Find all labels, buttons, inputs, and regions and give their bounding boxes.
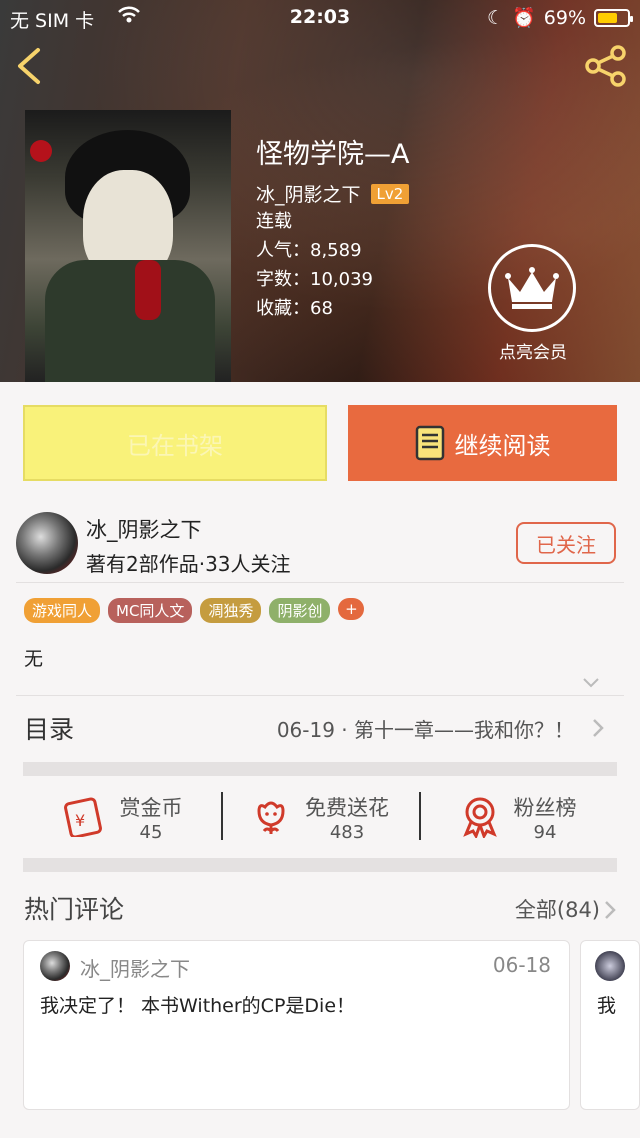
chevron-right-icon: [593, 719, 604, 737]
stat-value: 483: [329, 821, 365, 843]
medal-icon: [462, 797, 497, 838]
comment-card[interactable]: 冰_阴影之下 06-18 我决定了！ 本书Wither的CP是Die！: [23, 940, 570, 1110]
all-comments-link[interactable]: 全部(84): [515, 894, 600, 924]
add-tag-button[interactable]: +: [338, 598, 365, 620]
author-row[interactable]: 冰_阴影之下 著有2部作品·33人关注 已关注: [0, 508, 640, 580]
stat-label: 粉丝榜: [513, 795, 577, 820]
book-detail-body: 已在书架 继续阅读 冰_阴影之下 著有2部作品·33人关注 已关注 游戏同人 M…: [0, 382, 640, 1138]
back-button[interactable]: [12, 46, 48, 86]
moon-icon: ☾: [487, 6, 505, 29]
stat-label: 赏金币: [119, 795, 183, 820]
comment-text: 我决定了！ 本书Wither的CP是Die！: [40, 995, 356, 1017]
author-name: 冰_阴影之下: [86, 518, 202, 542]
avatar[interactable]: [40, 951, 70, 981]
section-divider: [23, 858, 617, 872]
alarm-icon: ⏰: [512, 7, 536, 29]
vip-button[interactable]: 点亮会员: [488, 244, 578, 363]
reward-coins-button[interactable]: ¥ 赏金币 45: [23, 778, 221, 856]
battery-icon: [594, 8, 633, 27]
vip-label: 点亮会员: [499, 343, 567, 363]
share-icon: [585, 45, 626, 87]
book-word-count: 字数：10,039: [256, 269, 373, 290]
support-stats: ¥ 赏金币 45 免费送花 483 粉丝榜 94: [23, 778, 617, 856]
book-header: 无 SIM 卡 22:03 ☾ ⏰ 69% 怪物学院—A 冰_阴影之下 Lv2 …: [0, 0, 640, 382]
book-intro: 无: [24, 648, 44, 670]
book-status: 连载: [256, 211, 292, 232]
book-favorites: 收藏：68: [256, 298, 333, 319]
comment-text: 我: [597, 995, 617, 1017]
table-of-contents-row[interactable]: 目录 06-19 · 第十一章——我和你？！: [24, 698, 618, 758]
section-divider: [23, 762, 617, 776]
share-button[interactable]: [584, 44, 628, 88]
tag-chip[interactable]: 凋独秀: [200, 598, 262, 623]
latest-chapter: 06-19 · 第十一章——我和你？！: [276, 718, 574, 742]
status-bar: 无 SIM 卡 22:03 ☾ ⏰ 69%: [0, 0, 640, 34]
book-icon: [415, 425, 444, 461]
book-title: 怪物学院—A: [256, 139, 410, 170]
book-popularity: 人气：8,589: [256, 240, 362, 261]
continue-reading-button[interactable]: 继续阅读: [348, 405, 617, 481]
book-author[interactable]: 冰_阴影之下: [256, 180, 361, 207]
svg-text:¥: ¥: [75, 811, 85, 830]
tag-chip[interactable]: 游戏同人: [24, 598, 101, 623]
coin-envelope-icon: ¥: [63, 797, 102, 837]
back-arrow-icon: [18, 48, 40, 84]
divider: [16, 582, 624, 583]
stat-label: 免费送花: [305, 795, 389, 820]
continue-reading-label: 继续阅读: [454, 431, 551, 460]
divider: [16, 695, 624, 696]
crown-icon: [505, 267, 559, 309]
comment-date: 06-18: [492, 953, 551, 977]
battery-percent: 69%: [543, 6, 586, 29]
tag-list: 游戏同人 MC同人文 凋独秀 阴影创 +: [24, 598, 365, 623]
tag-chip[interactable]: 阴影创: [269, 598, 331, 623]
comment-card[interactable]: 我: [580, 940, 640, 1110]
book-cover[interactable]: [25, 110, 231, 382]
expand-intro-button[interactable]: [582, 674, 600, 693]
stat-value: 45: [139, 821, 163, 843]
chevron-down-icon: [583, 678, 599, 688]
comment-user: 冰_阴影之下: [80, 957, 190, 981]
fan-ranking-button[interactable]: 粉丝榜 94: [419, 778, 617, 856]
flower-icon: [257, 801, 285, 834]
toc-title: 目录: [24, 715, 75, 744]
chevron-right-icon: [605, 901, 616, 919]
follow-button[interactable]: 已关注: [516, 522, 616, 564]
in-bookshelf-button[interactable]: 已在书架: [23, 405, 327, 481]
send-flower-button[interactable]: 免费送花 483: [221, 778, 419, 856]
avatar[interactable]: [595, 951, 625, 981]
author-stats: 著有2部作品·33人关注: [86, 552, 291, 576]
hot-comments-title: 热门评论: [24, 895, 125, 924]
author-level-badge: Lv2: [370, 183, 410, 204]
stat-value: 94: [533, 821, 557, 843]
tag-chip[interactable]: MC同人文: [108, 598, 193, 623]
avatar[interactable]: [16, 512, 78, 574]
